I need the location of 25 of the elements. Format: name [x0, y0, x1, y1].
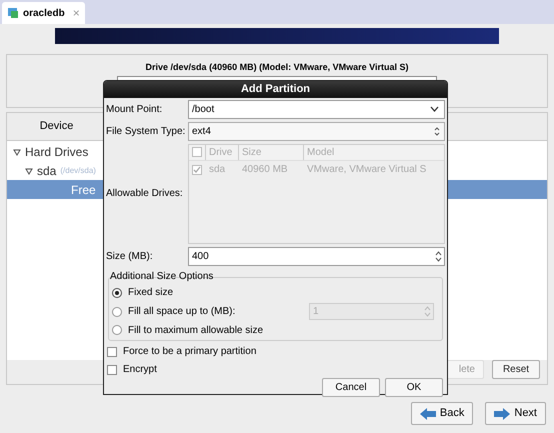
table-cell-text: 40960 MB — [241, 163, 289, 177]
field-label: File System Type: — [106, 124, 186, 138]
column-header: Size — [238, 144, 303, 160]
option-label: Fill all space up to (MB): — [128, 305, 236, 319]
combo-value: /boot — [191, 102, 216, 116]
table-cell-text: sda — [208, 163, 226, 177]
field-label: Allowable Drives: — [106, 187, 184, 201]
drive-title: Drive /dev/sda (40960 MB) (Model: VMware, VMware Virtual S) — [146, 61, 408, 74]
option-label: Fixed size — [128, 286, 174, 300]
table-cell-text: VMware, VMware Virtual S — [306, 163, 426, 177]
tree-label: Hard Drives — [25, 144, 88, 160]
column-header: Model — [303, 144, 334, 160]
field-label: Size (MB): — [106, 250, 154, 264]
tree-label: sda — [37, 162, 56, 180]
device-path: (/dev/sda) — [60, 164, 96, 176]
checkbox-label: Encrypt — [123, 363, 157, 377]
field-label: Mount Point: — [106, 102, 164, 116]
option-label: Fill to maximum allowable size — [128, 324, 264, 338]
spin-value: 400 — [191, 250, 210, 264]
group-title: Additional Size Options — [110, 270, 214, 282]
tab-title: oracledb — [23, 6, 65, 20]
checkbox-label: Force to be a primary partition — [123, 345, 256, 359]
tree-label: Free — [71, 182, 96, 198]
dialog-title: Add Partition — [104, 81, 447, 98]
column-header: Drive — [205, 144, 238, 160]
